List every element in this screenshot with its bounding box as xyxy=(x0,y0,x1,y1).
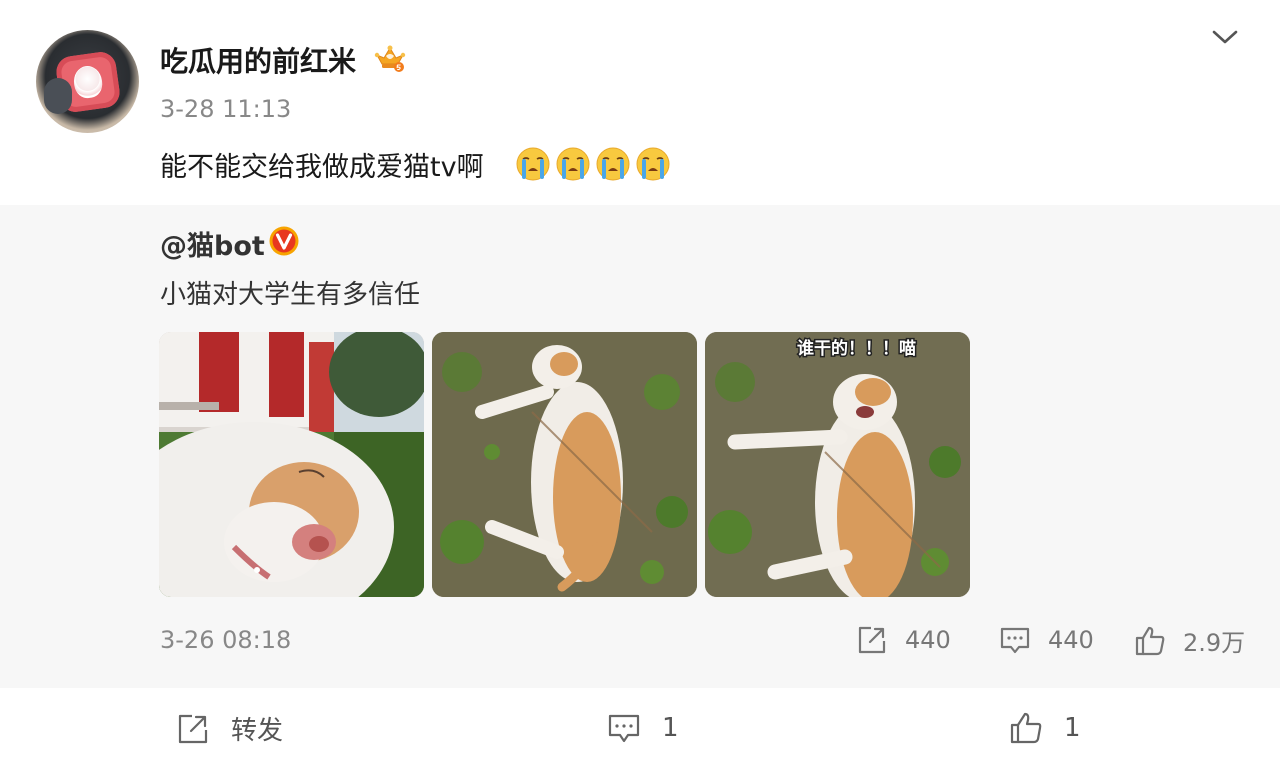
photo-caption: 谁干的！！！喵 xyxy=(797,338,916,359)
comment-button[interactable]: 1 xyxy=(606,710,679,746)
repost-share-button[interactable]: 440 xyxy=(855,623,951,657)
cry-emoji-icon xyxy=(636,147,670,181)
repost-time[interactable]: 3-26 08:18 xyxy=(160,626,291,654)
cry-emoji-icon xyxy=(556,147,590,181)
thumbs-up-icon xyxy=(1010,712,1042,744)
chevron-down-icon[interactable] xyxy=(1210,26,1240,48)
action-bar: 转发 1 1 xyxy=(0,688,1280,770)
crown-icon xyxy=(374,45,406,72)
forward-label: 转发 xyxy=(231,716,284,746)
repost-comment-button[interactable]: 440 xyxy=(998,623,1094,657)
cry-emoji-icon xyxy=(596,147,630,181)
comment-icon xyxy=(1000,627,1030,654)
comment-icon xyxy=(608,714,640,743)
username[interactable]: 吃瓜用的前红米 xyxy=(160,40,356,80)
comment-count: 440 xyxy=(1048,626,1094,654)
post-time[interactable]: 3-28 11:13 xyxy=(160,95,291,123)
verified-icon xyxy=(269,226,299,256)
cat-meme-image: 谁干的！！！喵 xyxy=(705,332,970,597)
photo-cat-lying[interactable] xyxy=(432,332,697,597)
latte-art-icon xyxy=(71,64,105,100)
repost-like-button[interactable]: 2.9万 xyxy=(1133,623,1245,658)
photo-cat-meme[interactable]: 谁干的！！！喵 xyxy=(705,332,970,597)
forward-icon xyxy=(178,714,208,743)
like-count: 1 xyxy=(1064,713,1081,743)
like-count: 2.9万 xyxy=(1183,629,1246,657)
repost-block[interactable]: @猫bot 小猫对大学生有多信任 谁干的！！！喵 3-26 08:18 440 … xyxy=(0,205,1280,688)
avatar[interactable] xyxy=(36,30,139,133)
cry-emoji-icon xyxy=(516,147,550,181)
comment-count: 1 xyxy=(662,713,679,743)
forward-button[interactable]: 转发 xyxy=(175,710,283,747)
emoji-row xyxy=(515,146,671,182)
share-icon xyxy=(858,626,886,654)
like-button[interactable]: 1 xyxy=(1008,710,1081,746)
thumbs-up-icon xyxy=(1135,626,1165,655)
repost-author[interactable]: @猫bot xyxy=(160,224,265,263)
post-text: 能不能交给我做成爱猫tv啊 xyxy=(160,152,484,183)
repost-text: 小猫对大学生有多信任 xyxy=(160,280,421,310)
share-count: 440 xyxy=(905,626,951,654)
photo-cat-closeup[interactable] xyxy=(159,332,424,597)
post-header: 吃瓜用的前红米 3-28 11:13 能不能交给我做成爱猫tv啊 xyxy=(0,0,1280,205)
avatar-rim-image xyxy=(44,78,72,114)
cat-closeup-image xyxy=(159,332,424,597)
cat-lying-image xyxy=(432,332,697,597)
